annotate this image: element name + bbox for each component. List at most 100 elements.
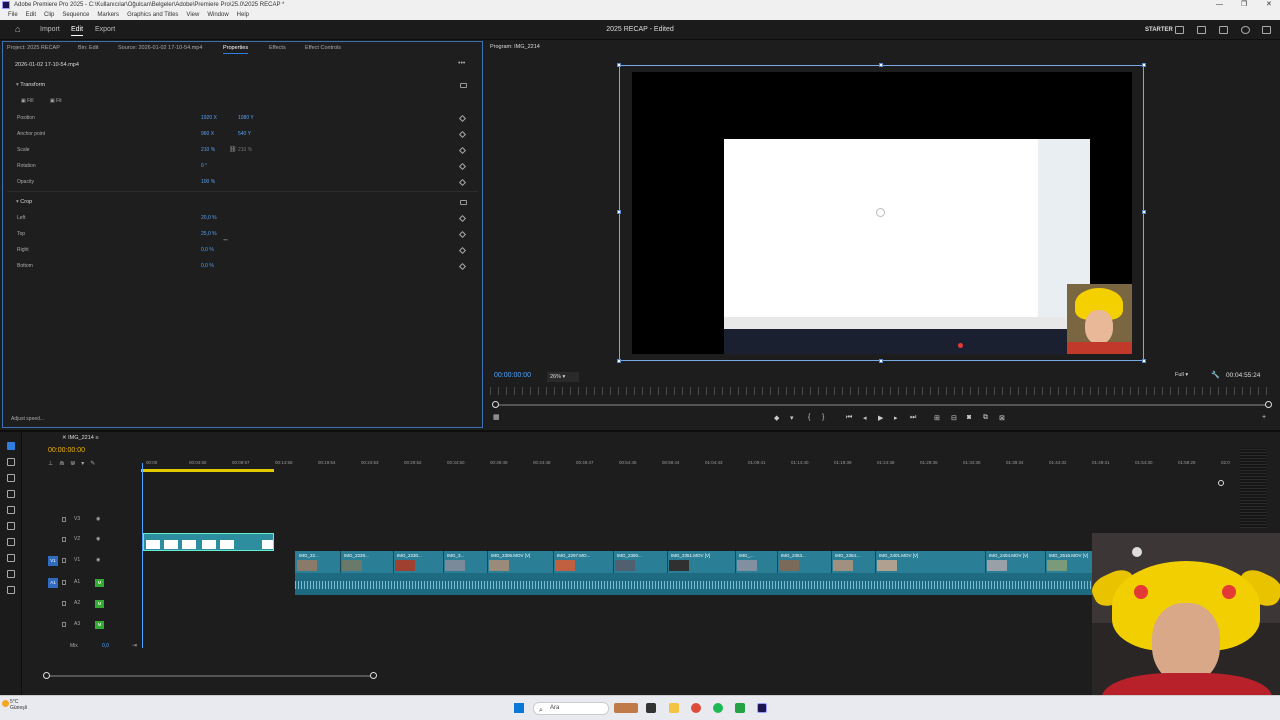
- nav-edit[interactable]: Edit: [71, 26, 84, 36]
- playhead[interactable]: [142, 463, 143, 648]
- menu-graphics[interactable]: Graphics and Titles: [127, 12, 178, 18]
- marker-icon[interactable]: ▾: [790, 414, 794, 422]
- razor-tool-icon[interactable]: [7, 490, 15, 498]
- tab-source[interactable]: Source: 2026-01-02 17-10-54.mp4: [118, 45, 202, 51]
- resize-handle[interactable]: [879, 359, 883, 363]
- crop-bottom-value[interactable]: 0,0 %: [201, 263, 214, 269]
- transform-section[interactable]: Transform: [16, 82, 45, 88]
- mark-in-icon[interactable]: {: [808, 414, 810, 421]
- track-header-a2[interactable]: A2 M: [40, 596, 140, 614]
- reset-transform-icon[interactable]: [460, 83, 467, 88]
- clip-boundary[interactable]: [667, 551, 668, 573]
- menu-sequence[interactable]: Sequence: [62, 12, 89, 18]
- clip-boundary[interactable]: [875, 551, 876, 573]
- fullscreen-icon[interactable]: [1262, 26, 1271, 34]
- eye-icon[interactable]: ◉: [96, 516, 100, 522]
- program-monitor-label[interactable]: Program: IMG_2214: [490, 44, 540, 50]
- clip-boundary[interactable]: [777, 551, 778, 573]
- add-marker-icon[interactable]: ◆: [774, 414, 779, 422]
- mix-value[interactable]: 0,0: [102, 643, 109, 649]
- timeline-ruler[interactable]: 00:00 00:04:58 00:09:57 00:14:56 00:19:54 00:…: [140, 458, 1230, 470]
- minimize-icon[interactable]: —: [1216, 0, 1223, 10]
- track-header-v3[interactable]: V3 ◉: [40, 512, 140, 530]
- mute-button[interactable]: M: [95, 621, 104, 629]
- v1-clip-track[interactable]: IMG_22... IMG_2229... IMG_2230... IMG_3... I…: [295, 551, 1092, 573]
- keyframe-icon[interactable]: [458, 146, 467, 155]
- export-frame-icon[interactable]: ◙: [967, 414, 971, 421]
- position-y[interactable]: 1080 Y: [238, 115, 254, 121]
- fill-option[interactable]: ▣ Fill: [21, 98, 34, 104]
- panel-divider[interactable]: [0, 430, 1280, 432]
- work-area-bar[interactable]: [141, 469, 274, 472]
- clip-boundary[interactable]: [340, 551, 341, 573]
- tab-properties[interactable]: Properties: [223, 45, 249, 54]
- go-to-out-icon[interactable]: ⏭: [910, 414, 916, 422]
- opacity-value[interactable]: 100 %: [201, 179, 215, 185]
- add-button-icon[interactable]: +: [1262, 414, 1266, 421]
- step-forward-icon[interactable]: ▸: [894, 414, 898, 422]
- menu-clip[interactable]: Clip: [44, 12, 54, 18]
- home-icon[interactable]: ⌂: [15, 24, 20, 34]
- track-header-a3[interactable]: A3 M: [40, 617, 140, 635]
- whatsapp-icon[interactable]: [735, 703, 745, 713]
- menu-edit[interactable]: Edit: [26, 12, 36, 18]
- tab-project[interactable]: Project: 2025 RECAP: [7, 45, 60, 51]
- menu-window[interactable]: Window: [207, 12, 228, 18]
- go-to-in-icon[interactable]: ⏮: [846, 414, 852, 422]
- scroll-handle-left[interactable]: [43, 672, 50, 679]
- clip-boundary[interactable]: [443, 551, 444, 573]
- share-icon[interactable]: [1197, 26, 1206, 34]
- chrome-icon[interactable]: [691, 703, 701, 713]
- spotify-icon[interactable]: [713, 703, 723, 713]
- anchor-y[interactable]: 540 Y: [238, 131, 251, 137]
- pen-tool-icon[interactable]: [7, 522, 15, 530]
- scroll-handle-right[interactable]: [370, 672, 377, 679]
- resize-handle[interactable]: [1142, 63, 1146, 67]
- crop-left-value[interactable]: 20,0 %: [201, 215, 217, 221]
- more-options-icon[interactable]: •••: [458, 60, 465, 67]
- caption-tool-icon[interactable]: [7, 586, 15, 594]
- clip-boundary[interactable]: [735, 551, 736, 573]
- nav-export[interactable]: Export: [95, 26, 115, 33]
- timeline-options-icon[interactable]: ⊥⋒⋓▾✎: [48, 460, 101, 467]
- task-view-icon[interactable]: [646, 703, 656, 713]
- slip-tool-icon[interactable]: [7, 506, 15, 514]
- track-select-tool-icon[interactable]: [7, 458, 15, 466]
- source-patch[interactable]: V1: [48, 556, 58, 566]
- menu-view[interactable]: View: [186, 12, 199, 18]
- clip-boundary[interactable]: [985, 551, 986, 573]
- lock-icon[interactable]: [62, 558, 66, 563]
- a1-clip-track[interactable]: [295, 573, 1092, 595]
- insert-icon[interactable]: ⊞: [934, 414, 940, 422]
- menu-file[interactable]: File: [8, 12, 18, 18]
- lock-icon[interactable]: [62, 622, 66, 627]
- eye-icon[interactable]: ◉: [96, 536, 100, 542]
- settings-icon[interactable]: ▦: [493, 413, 500, 421]
- clip-boundary[interactable]: [393, 551, 394, 573]
- crop-top-value[interactable]: 25,0 %: [201, 231, 217, 237]
- step-back-icon[interactable]: ◂: [863, 414, 867, 422]
- track-header-v1[interactable]: V1 V1 ◉: [40, 553, 140, 571]
- source-patch[interactable]: A1: [48, 578, 58, 588]
- scale-value[interactable]: 210 %: [201, 147, 215, 153]
- lock-icon[interactable]: [62, 601, 66, 606]
- resize-handle[interactable]: [617, 359, 621, 363]
- eye-icon[interactable]: ◉: [96, 557, 100, 563]
- selection-tool-icon[interactable]: [7, 442, 15, 450]
- tab-effect-controls[interactable]: Effect Controls: [305, 45, 341, 51]
- file-explorer-icon[interactable]: [669, 703, 679, 713]
- timeline-scrollbar[interactable]: [43, 672, 377, 679]
- anchor-x[interactable]: 960 X: [201, 131, 214, 137]
- rotation-value[interactable]: 0 °: [201, 163, 207, 169]
- resize-handle[interactable]: [879, 63, 883, 67]
- rectangle-tool-icon[interactable]: [7, 538, 15, 546]
- nav-import[interactable]: Import: [40, 26, 60, 33]
- keyframe-icon[interactable]: [458, 246, 467, 255]
- keyframe-icon[interactable]: [458, 162, 467, 171]
- clip-boundary[interactable]: [613, 551, 614, 573]
- sequence-tab[interactable]: ✕ IMG_2214 ≡: [62, 435, 99, 441]
- ripple-edit-tool-icon[interactable]: [7, 474, 15, 482]
- tab-bin[interactable]: Bin: Edit: [78, 45, 98, 51]
- keyframe-icon[interactable]: [458, 114, 467, 123]
- clip-boundary[interactable]: [831, 551, 832, 573]
